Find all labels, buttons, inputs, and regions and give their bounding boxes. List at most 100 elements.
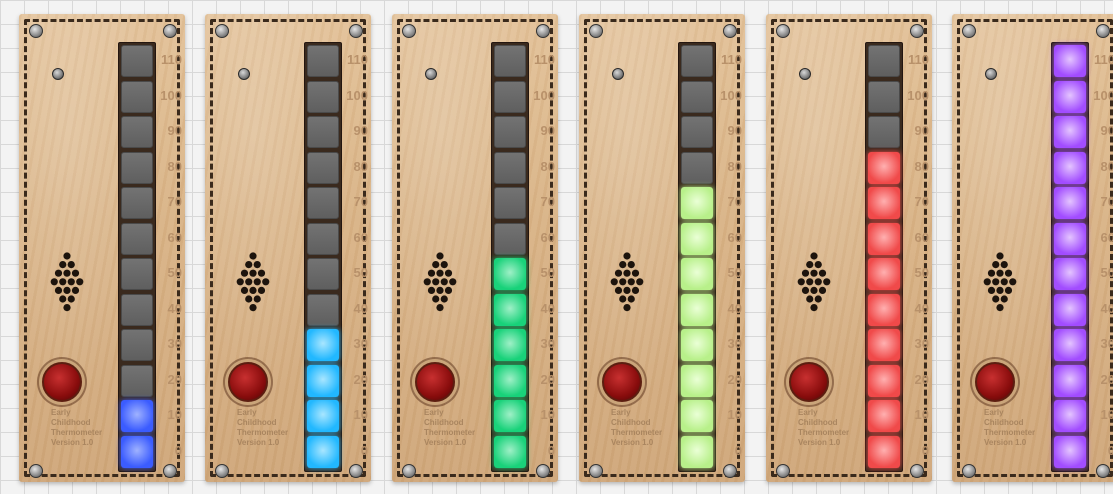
- scale-label: 50: [540, 265, 555, 280]
- power-switch-icon[interactable]: [799, 68, 811, 80]
- power-switch-icon[interactable]: [612, 68, 624, 80]
- power-switch-icon[interactable]: [985, 68, 997, 80]
- scale-label: 60: [727, 229, 742, 245]
- led-cell: [868, 151, 900, 184]
- corner-screw-icon: [215, 464, 229, 478]
- led-cell: [494, 151, 526, 184]
- thermometer-board-6: Early Childhood Thermometer Version 1.0 110 1…: [952, 14, 1113, 482]
- led-cell: [494, 222, 526, 255]
- led-cell: [868, 435, 900, 468]
- engraved-label-line: Early: [611, 408, 631, 417]
- led-cell: [494, 258, 526, 290]
- corner-screw-icon: [962, 24, 976, 38]
- power-switch-icon[interactable]: [238, 68, 250, 80]
- led-cell: [494, 400, 526, 432]
- led-cell: [868, 116, 900, 148]
- power-switch-icon[interactable]: [425, 68, 437, 80]
- corner-screw-icon: [163, 24, 177, 38]
- scale-label: 20: [540, 371, 555, 387]
- led-cell: [681, 80, 713, 113]
- scale-label: 20: [1100, 371, 1113, 387]
- corner-screw-icon: [776, 24, 790, 38]
- led-cell: [868, 364, 900, 397]
- scale-label: 90: [914, 123, 929, 138]
- led-cell: [307, 151, 339, 184]
- engraved-label-line: Thermometer: [798, 428, 850, 437]
- led-cell: [494, 187, 526, 219]
- engraved-label-line: Childhood: [237, 418, 277, 427]
- power-switch-icon[interactable]: [52, 68, 64, 80]
- scale-label: 30: [1100, 336, 1113, 351]
- led-cell: [307, 258, 339, 290]
- red-push-button[interactable]: [415, 362, 455, 402]
- scale-label: 100: [907, 87, 929, 103]
- scale-label: 100: [346, 87, 368, 103]
- corner-screw-icon: [536, 464, 550, 478]
- led-cell: [868, 400, 900, 432]
- scale-label: 40: [167, 300, 182, 316]
- scale-label: 30: [167, 336, 182, 351]
- led-cell: [121, 435, 153, 468]
- corner-screw-icon: [776, 464, 790, 478]
- led-column: [865, 42, 903, 472]
- scale-label: 60: [540, 229, 555, 245]
- red-push-button[interactable]: [789, 362, 829, 402]
- scale-label: 80: [167, 158, 182, 174]
- engraved-label-line: Childhood: [424, 418, 464, 427]
- led-cell: [121, 364, 153, 397]
- scale-label: 10: [1100, 407, 1113, 422]
- led-cell: [307, 45, 339, 77]
- scale-label: 0: [734, 442, 742, 458]
- scale-label: 0: [921, 442, 929, 458]
- scale-label: 80: [914, 158, 929, 174]
- red-push-button[interactable]: [975, 362, 1015, 402]
- led-cell: [681, 45, 713, 77]
- led-cell: [121, 116, 153, 148]
- scale-label: 30: [540, 336, 555, 351]
- led-cell: [307, 80, 339, 113]
- led-cell: [121, 222, 153, 255]
- scale-label: 70: [353, 194, 368, 209]
- led-cell: [681, 364, 713, 397]
- engraved-label-line: Early: [798, 408, 818, 417]
- scale-label: 20: [353, 371, 368, 387]
- red-push-button[interactable]: [228, 362, 268, 402]
- scale-label: 10: [353, 407, 368, 422]
- engraved-label-line: Thermometer: [611, 428, 663, 437]
- scale-label: 70: [914, 194, 929, 209]
- corner-screw-icon: [1096, 24, 1110, 38]
- engraved-label: Early Childhood Thermometer Version 1.0: [984, 408, 1035, 448]
- engraved-label-line: Version 1.0: [798, 438, 841, 447]
- red-push-button[interactable]: [602, 362, 642, 402]
- corner-screw-icon: [29, 24, 43, 38]
- scale-label: 0: [174, 442, 182, 458]
- led-cell: [1054, 258, 1086, 290]
- scale-label: 10: [167, 407, 182, 422]
- led-cell: [307, 293, 339, 326]
- corner-screw-icon: [349, 464, 363, 478]
- scale-label: 80: [353, 158, 368, 174]
- thermometer-board-2: Early Childhood Thermometer Version 1.0 110 1…: [205, 14, 371, 482]
- scale-label: 90: [167, 123, 182, 138]
- corner-screw-icon: [723, 24, 737, 38]
- red-push-button[interactable]: [42, 362, 82, 402]
- led-column: [678, 42, 716, 472]
- led-cell: [868, 329, 900, 361]
- led-cell: [121, 329, 153, 361]
- scale-label: 100: [1093, 87, 1113, 103]
- led-cell: [681, 329, 713, 361]
- corner-screw-icon: [1096, 464, 1110, 478]
- scale-label: 80: [1100, 158, 1113, 174]
- scale-label: 110: [1094, 52, 1113, 67]
- led-cell: [307, 222, 339, 255]
- led-cell: [494, 364, 526, 397]
- scale-label: 20: [167, 371, 182, 387]
- scale-label: 0: [547, 442, 555, 458]
- led-cell: [494, 80, 526, 113]
- scale-label: 10: [727, 407, 742, 422]
- scale-label: 90: [727, 123, 742, 138]
- led-cell: [1054, 80, 1086, 113]
- led-cell: [121, 187, 153, 219]
- engraved-label-line: Version 1.0: [424, 438, 467, 447]
- led-cell: [1054, 293, 1086, 326]
